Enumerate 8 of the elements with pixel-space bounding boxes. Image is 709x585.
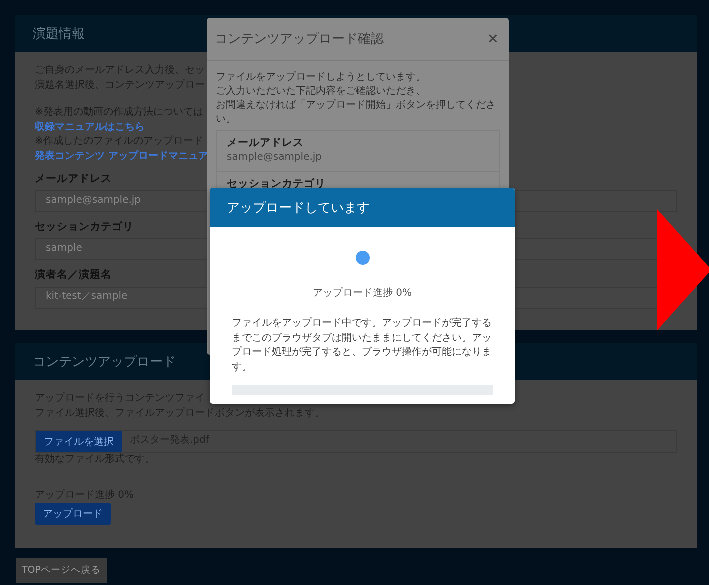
summary-label: メールアドレス: [227, 136, 304, 151]
progress-text: アップロード進捗 0%: [312, 286, 412, 300]
dialog-message: ファイルをアップロードしようとしています。: [216, 71, 427, 85]
dialog-title: アップロードしています: [210, 188, 515, 227]
dialog-message: お間違えなければ「アップロード開始」ボタンを押してください。: [216, 99, 497, 127]
dialog-title: コンテンツアップロード確認: [215, 31, 384, 48]
dialog-message: ご入力いただいた下記内容をご確認いただき、: [216, 85, 427, 99]
summary-value: sample@sample.jp: [227, 150, 322, 165]
